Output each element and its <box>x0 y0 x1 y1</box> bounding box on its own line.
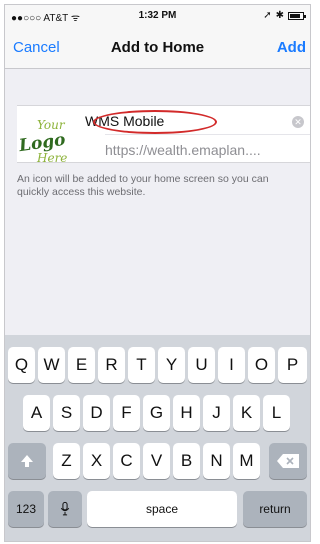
key-w[interactable]: W <box>38 347 65 383</box>
divider <box>105 134 310 135</box>
key-d[interactable]: D <box>83 395 110 431</box>
location-icon: ➚ <box>263 10 272 21</box>
navigation-bar: Cancel Add to Home Add <box>5 25 310 69</box>
key-m[interactable]: M <box>233 443 260 479</box>
key-c[interactable]: C <box>113 443 140 479</box>
keyboard: Q W E R T Y U I O P A S D F G H J K L Z … <box>5 335 310 541</box>
key-h[interactable]: H <box>173 395 200 431</box>
key-u[interactable]: U <box>188 347 215 383</box>
status-icons: ➚ ✱ <box>263 10 306 21</box>
key-l[interactable]: L <box>263 395 290 431</box>
key-i[interactable]: I <box>218 347 245 383</box>
bookmark-title-input[interactable] <box>85 110 285 132</box>
status-bar: ●●○○○ AT&T ᯤ 1:32 PM ➚ ✱ <box>5 5 310 25</box>
bookmark-url: https://wealth.emaplan.... <box>105 142 261 158</box>
key-z[interactable]: Z <box>53 443 80 479</box>
key-p[interactable]: P <box>278 347 307 383</box>
add-button[interactable]: Add <box>277 39 306 56</box>
key-q[interactable]: Q <box>8 347 35 383</box>
key-a[interactable]: A <box>23 395 50 431</box>
dictation-key[interactable] <box>48 491 82 527</box>
key-k[interactable]: K <box>233 395 260 431</box>
key-y[interactable]: Y <box>158 347 185 383</box>
help-text: An icon will be added to your home scree… <box>17 173 269 198</box>
key-f[interactable]: F <box>113 395 140 431</box>
bluetooth-icon: ✱ <box>275 10 284 21</box>
space-key[interactable]: space <box>87 491 237 527</box>
battery-icon <box>288 11 306 20</box>
key-t[interactable]: T <box>128 347 155 383</box>
key-g[interactable]: G <box>143 395 170 431</box>
key-j[interactable]: J <box>203 395 230 431</box>
key-s[interactable]: S <box>53 395 80 431</box>
clear-text-button[interactable]: ✕ <box>292 116 304 128</box>
shift-key[interactable] <box>8 443 46 479</box>
key-r[interactable]: R <box>98 347 125 383</box>
key-n[interactable]: N <box>203 443 230 479</box>
backspace-icon <box>277 454 299 468</box>
bookmark-card: Your Logo Here ✕ https://wealth.emaplan.… <box>17 105 310 165</box>
key-v[interactable]: V <box>143 443 170 479</box>
phone-screen: ●●○○○ AT&T ᯤ 1:32 PM ➚ ✱ Cancel Add to H… <box>4 4 311 542</box>
page-title: Add to Home <box>110 39 205 56</box>
return-key[interactable]: return <box>243 491 307 527</box>
key-e[interactable]: E <box>68 347 95 383</box>
key-x[interactable]: X <box>83 443 110 479</box>
backspace-key[interactable] <box>269 443 307 479</box>
numbers-key[interactable]: 123 <box>8 491 44 527</box>
logo-text-here: Here <box>37 151 68 165</box>
key-b[interactable]: B <box>173 443 200 479</box>
key-o[interactable]: O <box>248 347 275 383</box>
shift-arrow-icon <box>21 455 33 467</box>
site-logo: Your Logo Here <box>18 112 77 165</box>
microphone-icon <box>60 501 70 516</box>
